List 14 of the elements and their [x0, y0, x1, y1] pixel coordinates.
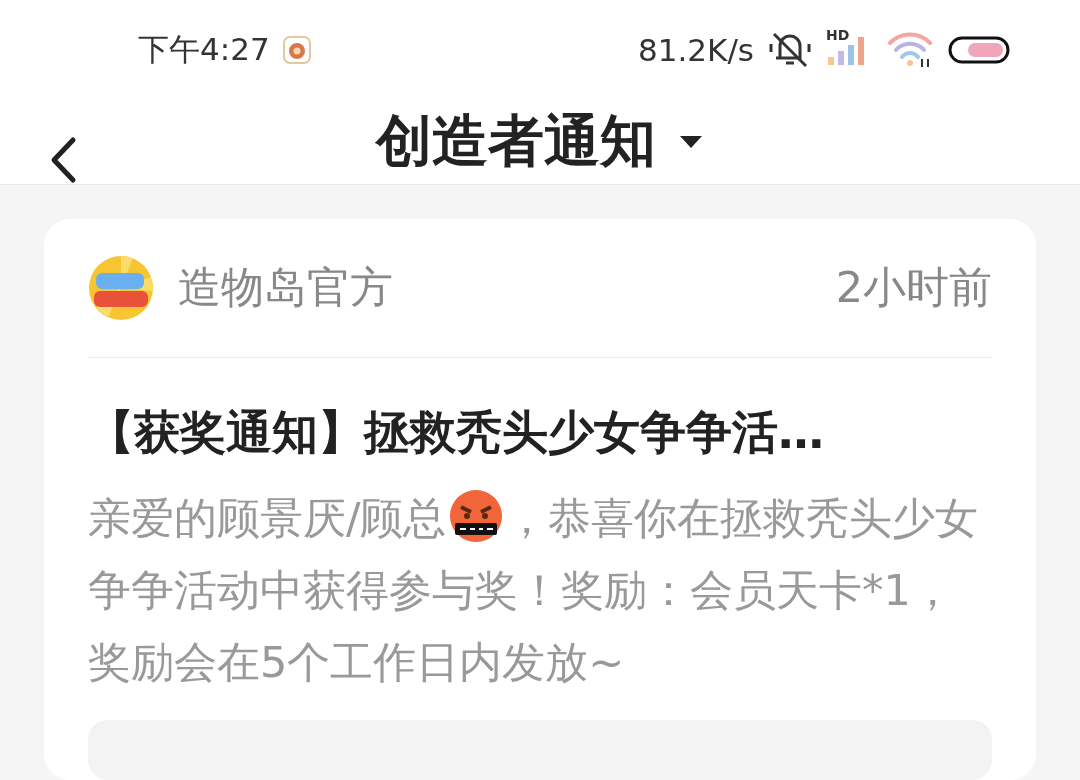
network-speed: 81.2K/s — [638, 31, 754, 68]
angry-face-icon — [448, 489, 503, 543]
avatar-icon — [88, 255, 154, 321]
page-title: 创造者通知 — [376, 106, 656, 175]
author-name: 造物岛官方 — [178, 261, 394, 314]
notice-body: 亲爱的顾景厌/顾总 ，恭喜你在拯救秃头少女争争活动中获得参与奖！奖励：会员天卡*1，奖励会在5个工作日内发放~ — [88, 482, 992, 698]
notice-card[interactable]: 造物岛官方 2小时前 【获奖通知】拯救秃头少女争争活… 亲爱的顾景厌/顾总 ，恭喜你在拯救秃头少女争争活动中获得参与奖！奖励：会员天卡*1，奖励会在5个工作日内发放~ — [44, 219, 1036, 780]
wifi-icon — [886, 30, 934, 69]
battery-icon — [948, 35, 1010, 64]
app-notification-icon — [281, 34, 312, 65]
caret-icon[interactable] — [678, 133, 704, 150]
post-time: 2小时前 — [835, 261, 992, 314]
clock-time: 下午4:27 — [138, 29, 270, 69]
notice-title: 【获奖通知】拯救秃头少女争争活… — [88, 404, 825, 461]
